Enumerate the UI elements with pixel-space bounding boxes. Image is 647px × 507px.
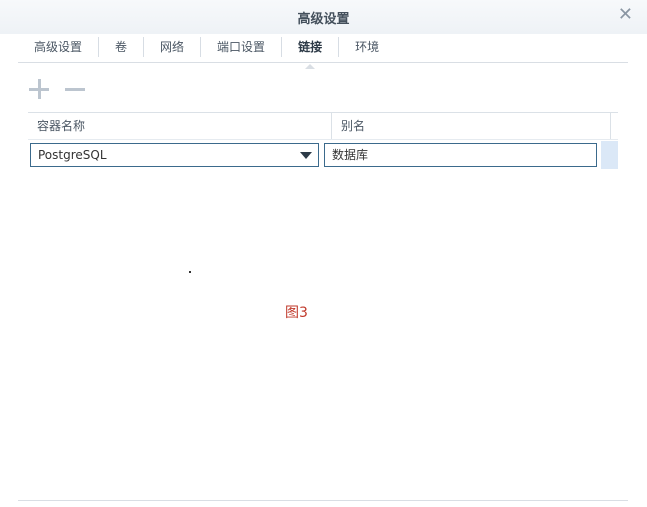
column-header-alias[interactable]: 别名 [332,113,611,139]
tab-network[interactable]: 网络 [144,36,202,57]
links-table: 容器名称 别名 PostgreSQL 数据库 [28,112,618,169]
table-header: 容器名称 别名 [28,113,618,140]
tab-environment[interactable]: 环境 [339,37,395,57]
tab-port-settings[interactable]: 端口设置 [201,36,283,57]
chevron-down-icon[interactable] [300,152,312,159]
tab-advanced-settings[interactable]: 高级设置 [18,36,100,57]
container-name-value: PostgreSQL [38,148,107,162]
link-toolbar [28,78,86,100]
dialog-titlebar: 高级设置 ✕ [0,0,647,34]
container-name-select[interactable]: PostgreSQL [30,143,319,167]
minus-icon[interactable] [64,78,86,100]
plus-icon[interactable] [28,78,50,100]
close-icon[interactable]: ✕ [618,6,633,24]
column-header-container-name[interactable]: 容器名称 [28,113,332,139]
footer-divider [18,500,628,501]
stray-dot [189,271,191,273]
tab-links[interactable]: 链接 [282,36,340,69]
tab-volume[interactable]: 卷 [99,36,145,57]
table-row[interactable]: PostgreSQL 数据库 [28,141,618,169]
tab-bar: 高级设置 卷 网络 端口设置 链接 环境 [18,31,628,69]
figure-caption: 图3 [285,305,308,321]
dialog-title: 高级设置 [297,12,350,27]
row-selection-highlight [601,141,618,169]
alias-input[interactable]: 数据库 [324,143,597,167]
